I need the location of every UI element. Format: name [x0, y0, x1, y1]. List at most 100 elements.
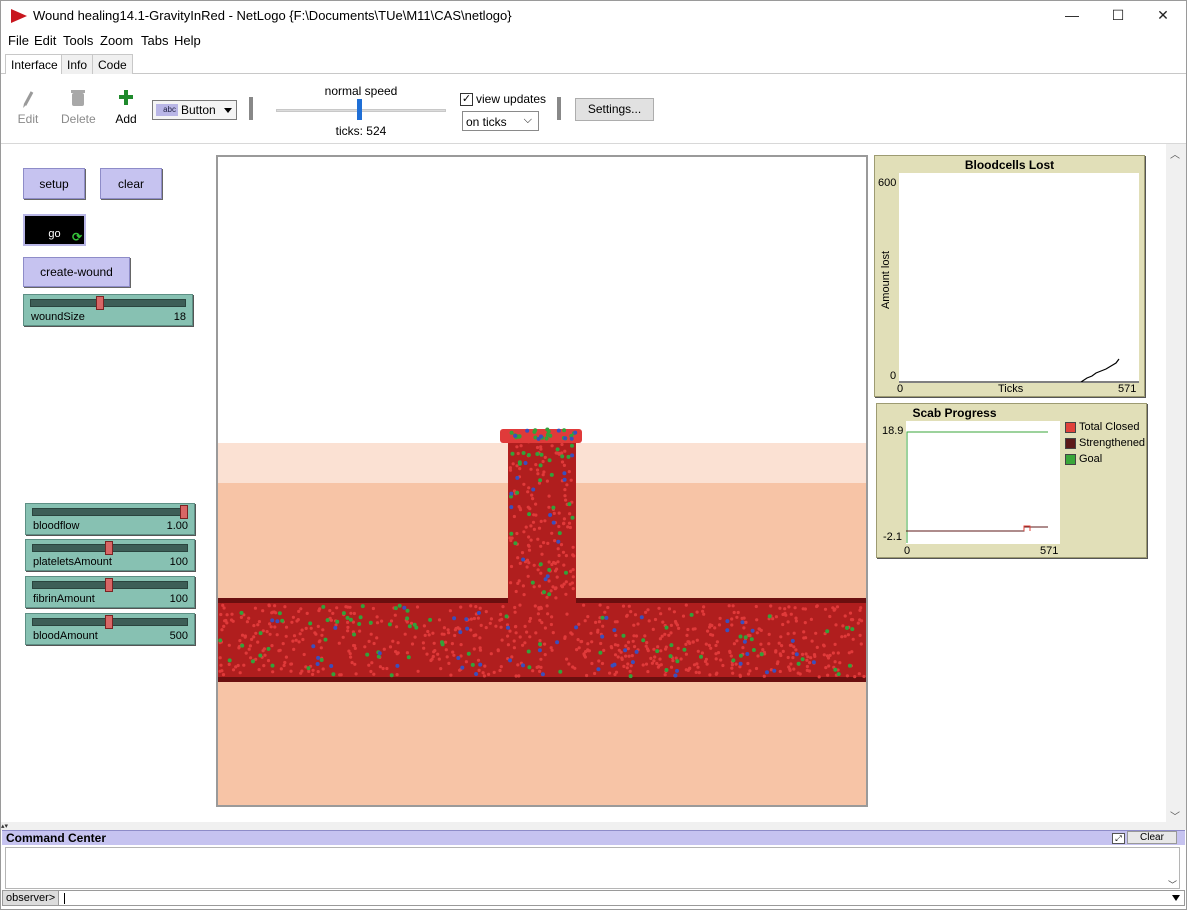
agent-selector[interactable]: observer>	[3, 891, 60, 905]
settings-button[interactable]: Settings...	[575, 98, 654, 121]
particle	[653, 655, 657, 659]
interface-vertical-scrollbar[interactable]: ︿ ﹀	[1166, 144, 1186, 823]
particle	[539, 544, 543, 548]
particle	[541, 473, 545, 477]
close-button[interactable]: ✕	[1140, 1, 1186, 30]
particle	[840, 635, 844, 639]
particle	[838, 661, 842, 665]
particle	[794, 648, 798, 652]
history-dropdown-icon[interactable]	[1172, 895, 1180, 901]
menu-tools[interactable]: Tools	[63, 33, 93, 48]
tab-info[interactable]: Info	[61, 54, 94, 74]
slider-bloodamount[interactable]: bloodAmount 500	[25, 613, 195, 645]
particle	[781, 622, 785, 627]
slider-name: plateletsAmount	[33, 556, 112, 568]
delete-button[interactable]: Delete	[61, 87, 96, 127]
slider-fibrinamount[interactable]: fibrinAmount 100	[25, 576, 195, 608]
particle	[275, 633, 279, 637]
view-updates-checkbox[interactable]: ✓	[460, 93, 473, 106]
setup-button[interactable]: setup	[23, 168, 85, 199]
particle	[527, 665, 532, 670]
command-center-splitter[interactable]: ▴▾	[1, 822, 1186, 830]
particle	[569, 436, 574, 441]
command-center-clear-button[interactable]: Clear	[1127, 831, 1177, 844]
create-wound-button[interactable]: create-wound	[23, 257, 130, 287]
particle	[444, 648, 448, 652]
menu-edit[interactable]: Edit	[34, 33, 56, 48]
speed-slider-thumb[interactable]	[357, 99, 362, 120]
particle	[593, 671, 597, 676]
tab-interface[interactable]: Interface	[5, 54, 64, 75]
slider-plateletsamount[interactable]: plateletsAmount 100	[25, 539, 195, 571]
particle	[656, 665, 660, 669]
particle	[518, 603, 522, 607]
menu-tabs[interactable]: Tabs	[141, 33, 168, 48]
expand-icon[interactable]: ⤢	[1112, 833, 1125, 844]
particle	[562, 563, 566, 567]
particle	[525, 558, 530, 562]
particle	[601, 624, 605, 628]
plot-scab-progress[interactable]: Scab Progress 18.9 -2.1 0 571 Total Clos…	[876, 403, 1147, 558]
particle	[570, 443, 574, 448]
particle	[544, 436, 549, 441]
maximize-button[interactable]: ☐	[1095, 1, 1141, 30]
particle	[371, 606, 375, 611]
particle	[250, 637, 254, 641]
particle	[759, 628, 763, 632]
particle	[546, 541, 550, 545]
command-input-row[interactable]: observer>	[2, 890, 1185, 906]
menu-zoom[interactable]: Zoom	[100, 33, 133, 48]
menu-help[interactable]: Help	[174, 33, 201, 48]
plot-bloodcells-lost[interactable]: Bloodcells Lost 600 0 0 Ticks 571 Amount…	[874, 155, 1145, 397]
plus-icon	[119, 90, 133, 105]
particle	[775, 662, 780, 666]
menu-file[interactable]: File	[8, 33, 29, 48]
update-mode-select[interactable]: on ticks ⌵	[462, 111, 539, 131]
slider-bloodflow[interactable]: bloodflow 1.00	[25, 503, 195, 535]
particle	[440, 632, 444, 636]
particle	[247, 616, 251, 620]
particle	[846, 633, 851, 637]
particle	[489, 652, 493, 656]
particle	[695, 662, 699, 666]
clear-button[interactable]: clear	[100, 168, 162, 199]
particle	[701, 609, 705, 613]
particle	[222, 624, 226, 628]
particle	[405, 616, 410, 621]
world-view[interactable]	[216, 155, 868, 807]
particle	[271, 670, 275, 674]
slider-thumb[interactable]	[105, 541, 113, 555]
slider-thumb[interactable]	[180, 505, 188, 519]
slider-thumb[interactable]	[95, 296, 104, 310]
particle	[422, 646, 426, 650]
particle	[472, 634, 476, 638]
command-center-output[interactable]: ﹀	[5, 847, 1180, 890]
edit-button[interactable]: Edit	[11, 87, 45, 127]
tab-code[interactable]: Code	[92, 54, 133, 74]
particle	[709, 646, 713, 650]
particle	[389, 619, 394, 623]
slider-woundsize[interactable]: woundSize 18	[23, 294, 193, 326]
plot-ymin: -2.1	[883, 531, 902, 543]
particle	[539, 571, 543, 575]
particle	[547, 579, 551, 583]
slider-track[interactable]	[32, 508, 188, 516]
slider-track[interactable]	[30, 299, 186, 307]
widget-type-select[interactable]: abc Button	[152, 100, 237, 120]
slider-thumb[interactable]	[105, 615, 113, 629]
particle	[554, 596, 558, 600]
particle	[633, 613, 638, 617]
slider-thumb[interactable]	[105, 578, 113, 592]
particle	[833, 642, 837, 646]
scroll-up-icon[interactable]: ︿	[1170, 146, 1180, 161]
add-button[interactable]: Add	[109, 87, 143, 127]
minimize-button[interactable]: —	[1049, 1, 1095, 30]
scroll-down-icon[interactable]: ﹀	[1170, 808, 1180, 823]
particle	[291, 615, 295, 619]
particle	[679, 657, 683, 661]
particle	[494, 624, 498, 628]
particle	[562, 517, 566, 521]
particle	[523, 461, 528, 465]
particle	[619, 650, 623, 654]
go-forever-button[interactable]: go ⟳	[23, 214, 86, 246]
